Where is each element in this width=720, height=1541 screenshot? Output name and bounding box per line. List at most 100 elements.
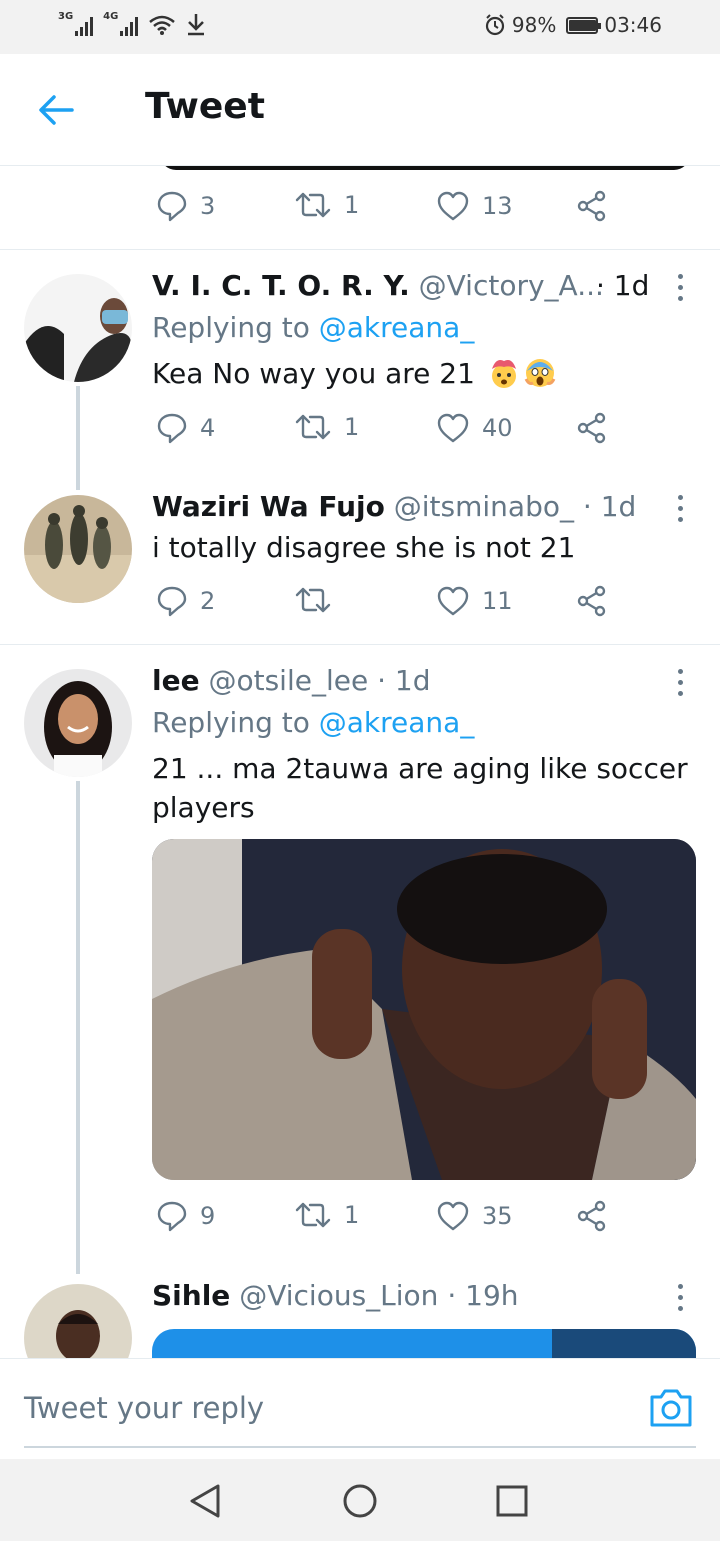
retweet-button[interactable] [294, 585, 344, 615]
system-nav-bar [0, 1459, 720, 1541]
page-title: Tweet [145, 86, 265, 127]
square-recents-icon[interactable] [492, 1481, 532, 1521]
heart-icon [437, 586, 469, 616]
wifi-icon [149, 15, 176, 35]
arrow-left-icon[interactable] [36, 90, 76, 130]
retweet-icon [295, 1202, 331, 1228]
tweet-image[interactable] [152, 839, 696, 1180]
like-count: 40 [482, 414, 513, 442]
user-handle[interactable]: @itsminabo_ [394, 490, 574, 523]
more-options-icon[interactable] [676, 495, 684, 522]
circle-home-icon[interactable] [340, 1481, 380, 1521]
like-count: 11 [482, 587, 513, 615]
status-bar: 3G 4G 98% 03:46 [0, 0, 720, 54]
share-button[interactable] [576, 412, 608, 444]
tweet-time: · 1d [596, 269, 650, 302]
camera-icon[interactable] [648, 1387, 694, 1429]
tweet-actions: 4 1 40 [152, 412, 622, 452]
user-handle[interactable]: @otsile_lee [208, 664, 368, 697]
reply-count: 9 [200, 1202, 216, 1230]
share-button[interactable] [576, 1200, 608, 1232]
retweet-count: 1 [344, 413, 360, 441]
tweet-header: lee @otsile_lee · 1d [152, 663, 431, 699]
app-header: Tweet [0, 54, 720, 166]
tweet-time: · 1d [582, 490, 637, 523]
heart-icon [437, 191, 469, 221]
tweet-text-container: Kea No way you are 21 [152, 354, 692, 393]
share-icon [577, 412, 606, 444]
thread-line [76, 781, 80, 1274]
reply-button[interactable]: 2 [156, 585, 215, 617]
reply-icon [157, 413, 187, 444]
retweet-button[interactable]: 1 [294, 412, 359, 442]
replying-to-prefix: Replying to [152, 311, 310, 344]
triangle-back-icon[interactable] [186, 1481, 226, 1521]
reply-icon [157, 1201, 187, 1232]
tweet-header: V. I. C. T. O. R. Y. @Victory_A... [152, 268, 604, 304]
reply-button[interactable]: 4 [156, 412, 215, 444]
retweet-count: 1 [344, 1201, 360, 1229]
more-options-icon[interactable] [676, 669, 684, 696]
reply-count: 3 [200, 192, 216, 220]
reply-icon [157, 586, 187, 617]
reply-input[interactable]: Tweet your reply [24, 1391, 264, 1425]
user-handle[interactable]: @Vicious_Lion [239, 1279, 438, 1312]
like-button[interactable]: 35 [436, 1200, 513, 1232]
avatar[interactable] [24, 1284, 132, 1358]
reply-button[interactable]: 3 [156, 190, 215, 222]
retweet-button[interactable]: 1 [294, 190, 359, 220]
display-name[interactable]: Sihle [152, 1279, 230, 1312]
share-button[interactable] [576, 190, 608, 222]
network-3g-label: 3G [58, 11, 74, 22]
thread-content[interactable]: 3 1 13 V. I. C. T. O. R. Y. @Victory_A..… [0, 166, 720, 1358]
share-icon [577, 585, 606, 617]
tweet-text: Kea No way you are 21 [152, 357, 475, 390]
tweet-actions: 2 11 [152, 585, 622, 625]
share-button[interactable] [576, 585, 608, 617]
status-right: 98% 03:46 [484, 13, 662, 37]
replying-to: Replying to @akreana_ [152, 310, 474, 346]
tweet-actions: 9 1 35 [152, 1200, 622, 1240]
divider [0, 644, 720, 645]
replying-to-prefix: Replying to [152, 706, 310, 739]
tweet-text: 21 ... ma 2tauwa are aging like soccer p… [152, 752, 688, 824]
display-name[interactable]: V. I. C. T. O. R. Y. [152, 269, 410, 302]
display-name[interactable]: lee [152, 664, 200, 697]
tweet-header: Waziri Wa Fujo @itsminabo_ · 1d [152, 489, 636, 525]
network-4g-indicator: 4G [103, 12, 139, 36]
user-handle[interactable]: @Victory_A... [419, 269, 604, 302]
retweet-count: 1 [344, 191, 360, 219]
like-button[interactable]: 40 [436, 412, 513, 444]
tweet-image[interactable] [152, 1329, 696, 1358]
heart-icon [437, 413, 469, 443]
like-button[interactable]: 11 [436, 585, 513, 617]
retweet-button[interactable]: 1 [294, 1200, 359, 1230]
retweet-icon [295, 192, 331, 218]
more-options-icon[interactable] [676, 1284, 684, 1311]
replying-to-mention[interactable]: @akreana_ [319, 311, 475, 344]
divider [0, 249, 720, 250]
input-underline [24, 1446, 696, 1448]
network-4g-label: 4G [103, 11, 119, 22]
display-name[interactable]: Waziri Wa Fujo [152, 490, 385, 523]
retweet-icon [295, 587, 331, 613]
replying-to-mention[interactable]: @akreana_ [319, 706, 475, 739]
reply-count: 4 [200, 414, 216, 442]
reply-button[interactable]: 9 [156, 1200, 215, 1232]
signal-bars-icon [120, 16, 139, 36]
reply-compose-bar: Tweet your reply [0, 1358, 720, 1459]
avatar[interactable] [24, 669, 132, 777]
avatar[interactable] [24, 495, 132, 603]
previous-tweet-media[interactable] [160, 166, 690, 170]
status-left: 3G 4G [58, 12, 206, 36]
more-options-icon[interactable] [676, 274, 684, 301]
network-3g-indicator: 3G [58, 12, 94, 36]
tweet-time: · 19h [447, 1279, 519, 1312]
alarm-icon [485, 14, 505, 36]
reply-count: 2 [200, 587, 216, 615]
avatar[interactable] [24, 274, 132, 382]
thread-line [76, 386, 80, 490]
like-button[interactable]: 13 [436, 190, 513, 222]
replying-to: Replying to @akreana_ [152, 705, 474, 741]
tweet-header: Sihle @Vicious_Lion · 19h [152, 1278, 519, 1314]
